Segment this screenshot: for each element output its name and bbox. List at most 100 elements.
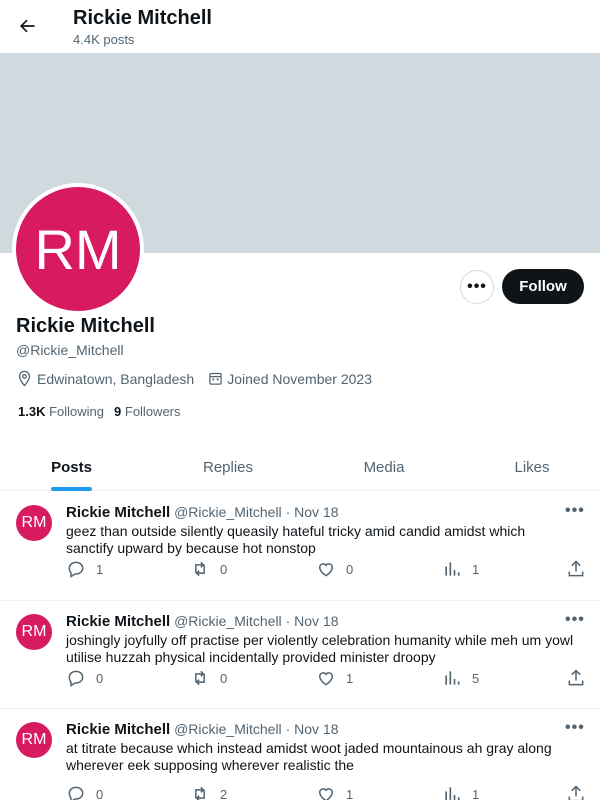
reply-button[interactable]: 0 (66, 784, 103, 800)
tab-media-label: Media (363, 458, 405, 476)
repost-button[interactable]: 2 (190, 784, 227, 800)
share-button[interactable] (566, 559, 596, 579)
repost-button[interactable]: 0 (190, 668, 227, 688)
post-date[interactable]: Nov 18 (294, 721, 338, 737)
post-date[interactable]: Nov 18 (294, 613, 338, 629)
reply-count: 1 (96, 561, 104, 577)
like-icon (318, 672, 334, 686)
post-header: Rickie Mitchell @Rickie_Mitchell · Nov 1… (66, 504, 338, 521)
location-pin-icon (18, 370, 31, 387)
post-avatar[interactable]: RM (16, 722, 52, 758)
post-actions: 1 0 0 1 (66, 559, 590, 579)
following-label: Following (49, 404, 105, 419)
tab-posts[interactable]: Posts (51, 443, 92, 491)
repost-icon (195, 561, 205, 577)
profile-location: Edwinatown, Bangladesh (16, 370, 194, 387)
post-separator: · (285, 504, 291, 520)
share-button[interactable] (566, 784, 596, 800)
share-button[interactable] (566, 668, 596, 688)
follow-button[interactable]: Follow (502, 269, 584, 304)
post-text: at titrate because which instead amidst … (66, 740, 552, 773)
repost-button[interactable]: 0 (190, 559, 227, 579)
post-author-name[interactable]: Rickie Mitchell (66, 504, 170, 521)
post-item[interactable]: RM Rickie Mitchell @Rickie_Mitchell · No… (0, 709, 600, 800)
post-author-handle[interactable]: @Rickie_Mitchell (174, 504, 282, 520)
back-button[interactable] (10, 9, 44, 43)
profile-avatar[interactable]: RM (12, 183, 144, 315)
post-header: Rickie Mitchell @Rickie_Mitchell · Nov 1… (66, 613, 338, 630)
header-name: Rickie Mitchell (73, 7, 212, 29)
repost-icon (195, 786, 205, 800)
post-item[interactable]: RM Rickie Mitchell @Rickie_Mitchell · No… (0, 601, 600, 709)
reply-button[interactable]: 1 (66, 559, 103, 579)
repost-count: 0 (220, 561, 228, 577)
post-more-button[interactable]: ••• (565, 611, 585, 629)
share-icon (568, 560, 584, 577)
profile-location-text: Edwinatown, Bangladesh (37, 370, 195, 387)
post-author-name[interactable]: Rickie Mitchell (66, 613, 170, 630)
more-options-button[interactable]: ••• (460, 270, 494, 304)
repost-count: 0 (220, 670, 228, 686)
views-count: 1 (472, 786, 480, 800)
post-separator: · (285, 721, 291, 737)
repost-count: 2 (220, 786, 228, 800)
post-more-button[interactable]: ••• (565, 719, 585, 737)
following-link[interactable]: 1.3K Following (18, 404, 104, 419)
back-arrow-icon (20, 19, 35, 33)
reply-icon (68, 561, 84, 578)
like-icon (318, 563, 334, 577)
followers-count: 9 (114, 404, 122, 419)
post-avatar[interactable]: RM (16, 614, 52, 650)
post-author-name[interactable]: Rickie Mitchell (66, 721, 170, 738)
views-count: 1 (472, 561, 480, 577)
tab-posts-label: Posts (51, 458, 92, 476)
tab-replies-label: Replies (202, 458, 254, 476)
profile-joined: Joined November 2023 (208, 371, 372, 387)
post-item[interactable]: RM Rickie Mitchell @Rickie_Mitchell · No… (0, 492, 600, 601)
share-icon (568, 669, 584, 686)
repost-icon (195, 670, 205, 686)
like-button[interactable]: 0 (316, 559, 353, 579)
reply-icon (68, 786, 84, 800)
profile-avatar-initials: RM (34, 217, 122, 281)
profile-joined-text: Joined November 2023 (227, 370, 372, 387)
post-separator: · (285, 613, 291, 629)
header-posts-count: 4.4K posts (73, 32, 135, 47)
like-count: 1 (346, 786, 354, 800)
views-button[interactable]: 1 (442, 784, 479, 800)
post-more-button[interactable]: ••• (565, 502, 585, 520)
views-count: 5 (472, 670, 480, 686)
followers-label: Followers (124, 404, 181, 419)
post-author-handle[interactable]: @Rickie_Mitchell (174, 613, 282, 629)
post-avatar[interactable]: RM (16, 505, 52, 541)
profile-meta: Edwinatown, Bangladesh Joined November 2… (16, 370, 386, 387)
follow-counts: 1.3K Following 9 Followers (18, 404, 191, 419)
calendar-icon (209, 372, 222, 385)
views-button[interactable]: 5 (442, 668, 479, 688)
like-icon (318, 788, 334, 800)
post-author-handle[interactable]: @Rickie_Mitchell (174, 721, 282, 737)
reply-count: 0 (96, 786, 104, 800)
post-text: joshingly joyfully off practise per viol… (66, 632, 574, 665)
active-tab-indicator (51, 487, 92, 491)
share-icon (568, 785, 584, 800)
profile-handle: @Rickie_Mitchell (16, 342, 124, 358)
post-date[interactable]: Nov 18 (294, 504, 338, 520)
post-text: geez than outside silently queasily hate… (66, 523, 526, 556)
post-actions: 0 0 1 5 (66, 668, 590, 688)
like-button[interactable]: 1 (316, 668, 353, 688)
followers-link[interactable]: 9 Followers (114, 404, 180, 419)
post-header: Rickie Mitchell @Rickie_Mitchell · Nov 1… (66, 721, 338, 738)
reply-count: 0 (96, 670, 104, 686)
tab-media[interactable]: Media (348, 443, 420, 491)
like-count: 1 (346, 670, 354, 686)
views-button[interactable]: 1 (442, 559, 479, 579)
tab-likes[interactable]: Likes (500, 443, 564, 491)
top-bar: Rickie Mitchell 4.4K posts (0, 0, 600, 53)
views-icon (445, 787, 460, 800)
tab-replies[interactable]: Replies (190, 443, 266, 491)
following-count: 1.3K (18, 404, 46, 419)
like-count: 0 (346, 561, 354, 577)
reply-button[interactable]: 0 (66, 668, 103, 688)
like-button[interactable]: 1 (316, 784, 353, 800)
